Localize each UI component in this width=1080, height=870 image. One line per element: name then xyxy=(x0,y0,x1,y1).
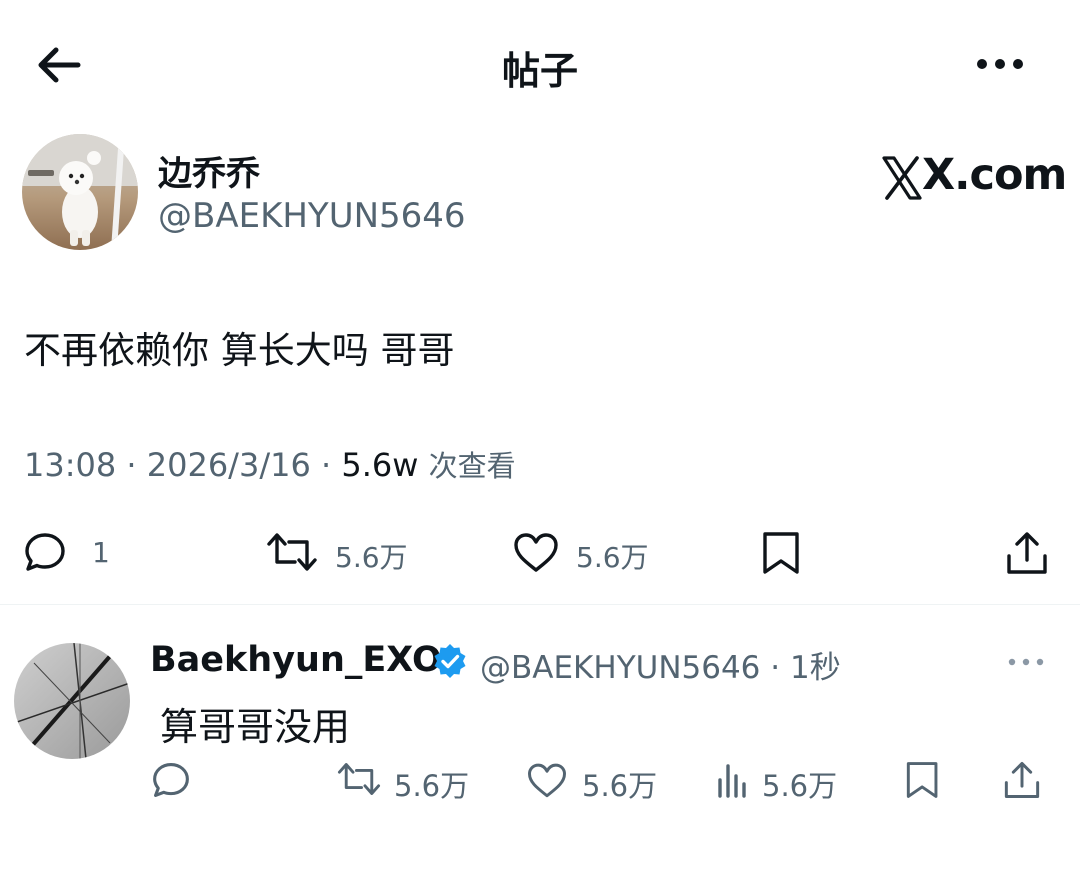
views-label: 次查看 xyxy=(428,449,516,483)
repost-icon xyxy=(337,763,381,795)
divider xyxy=(0,604,1080,605)
dog-photo-avatar xyxy=(22,134,138,250)
reply-repost-count: 5.6万 xyxy=(394,769,470,803)
post-date[interactable]: 2026/3/16 xyxy=(147,446,311,484)
author-name[interactable]: 边乔乔 xyxy=(158,146,260,195)
heart-icon xyxy=(528,763,566,798)
like-count: 5.6万 xyxy=(576,541,649,574)
reply-count: 1 xyxy=(92,536,110,569)
post-metadata: 13:08 · 2026/3/16 · 5.6w 次查看 xyxy=(24,443,516,485)
share-button[interactable] xyxy=(1004,524,1050,584)
comment-icon xyxy=(153,763,189,797)
reply-text: 算哥哥没用 xyxy=(160,705,351,749)
x-logo-icon xyxy=(882,156,922,200)
avatar[interactable] xyxy=(22,134,138,250)
reply-share-button[interactable] xyxy=(1002,752,1042,808)
repost-icon xyxy=(267,533,317,571)
reply-views-count: 5.6万 xyxy=(762,769,838,803)
heart-icon xyxy=(514,533,558,572)
reply-views-button[interactable]: 5.6万 xyxy=(716,752,846,808)
reply-like-count: 5.6万 xyxy=(582,769,658,803)
reply-repost-button[interactable]: 5.6万 xyxy=(336,752,476,808)
reply-action-bar: 5.6万 5.6万 5.6万 xyxy=(0,752,1080,808)
separator: · xyxy=(126,446,137,484)
more-horizontal-icon xyxy=(977,59,1023,69)
bookmark-button[interactable] xyxy=(760,524,804,584)
bookmark-icon xyxy=(906,762,938,798)
comment-icon xyxy=(25,533,65,571)
share-icon xyxy=(1004,762,1040,798)
page-title: 帖子 xyxy=(501,49,578,93)
share-icon xyxy=(1007,532,1047,574)
post-action-bar: 1 5.6万 5.6万 xyxy=(0,524,1080,584)
reply-like-button[interactable]: 5.6万 xyxy=(526,752,666,808)
reply-author-handle[interactable]: @BAEKHYUN5646 · 1秒 xyxy=(480,642,841,687)
more-horizontal-icon xyxy=(1008,658,1044,666)
bookmark-icon xyxy=(763,532,799,574)
brand-watermark: X.com xyxy=(882,150,1067,200)
top-bar: 帖子 xyxy=(0,0,1080,130)
repost-count: 5.6万 xyxy=(335,541,408,574)
more-button[interactable] xyxy=(972,50,1028,78)
verified-badge-icon xyxy=(434,644,466,678)
brand-text: X.com xyxy=(922,150,1067,200)
reply-author-name[interactable]: Baekhyun_EXO xyxy=(150,640,442,680)
separator: · xyxy=(320,446,332,484)
reply-bookmark-button[interactable] xyxy=(904,752,944,808)
analytics-icon xyxy=(718,764,746,798)
repost-button[interactable]: 5.6万 xyxy=(265,524,415,584)
abstract-photo-avatar xyxy=(14,643,130,759)
views-count[interactable]: 5.6w xyxy=(341,446,418,484)
like-button[interactable]: 5.6万 xyxy=(512,524,662,584)
reply-more-button[interactable] xyxy=(1004,652,1048,672)
author-handle[interactable]: @BAEKHYUN5646 xyxy=(158,196,466,236)
post-time[interactable]: 13:08 xyxy=(24,446,116,484)
reply-comment-button[interactable] xyxy=(150,752,194,808)
post-text: 不再依赖你 算长大吗 哥哥 xyxy=(24,329,455,372)
reply-button[interactable]: 1 xyxy=(22,524,122,584)
reply-avatar[interactable] xyxy=(14,643,130,759)
